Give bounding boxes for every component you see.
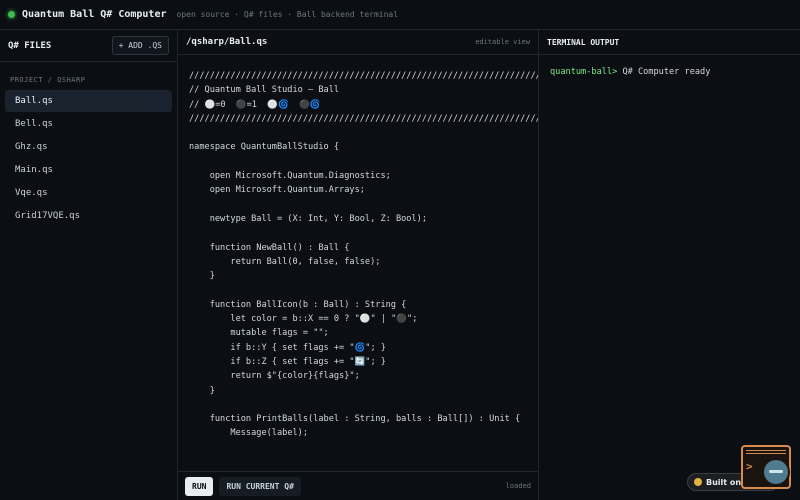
terminal-title: TERMINAL OUTPUT	[547, 37, 620, 47]
file-item-grid17vqe[interactable]: Grid17VQE.qs	[5, 205, 172, 227]
terminal-prompt: quantum-ball>	[550, 67, 618, 77]
sidebar-header: Q# FILES + ADD .QS	[0, 30, 177, 62]
app-subtitle: open source · Q# files · Ball backend te…	[176, 10, 399, 19]
run-current-button[interactable]: RUN CURRENT Q#	[219, 476, 301, 496]
terminal-output[interactable]: quantum-ball> Q# Computer ready	[539, 55, 800, 89]
file-item-bell[interactable]: Bell.qs	[5, 113, 172, 135]
terminal-chat-icon[interactable]: >	[741, 445, 791, 489]
code-textarea[interactable]: ////////////////////////////////////////…	[178, 55, 538, 471]
terminal-line: Q# Computer ready	[617, 67, 711, 77]
file-item-main[interactable]: Main.qs	[5, 159, 172, 181]
online-dot-icon	[8, 11, 15, 18]
terminal-panel: TERMINAL OUTPUT quantum-ball> Q# Compute…	[539, 30, 800, 500]
editor-mode-label: editable view	[475, 38, 530, 46]
load-status: loaded	[505, 482, 531, 490]
file-sidebar: Q# FILES + ADD .QS PROJECT / QSHARP Ball…	[0, 30, 178, 500]
add-qs-button[interactable]: + ADD .QS	[111, 36, 169, 55]
hatch-logo-icon	[694, 478, 702, 486]
project-label: PROJECT / QSHARP	[10, 76, 86, 84]
run-button[interactable]: RUN	[185, 476, 214, 496]
chat-bubble-icon	[762, 458, 790, 486]
title-bar: Quantum Ball Q# Computer open source · Q…	[0, 0, 800, 30]
window-bar-icon	[746, 450, 786, 454]
file-item-ghz[interactable]: Ghz.qs	[5, 136, 172, 158]
file-item-ball[interactable]: Ball.qs	[5, 90, 172, 112]
sidebar-title: Q# FILES	[8, 40, 52, 51]
app-title: Quantum Ball Q# Computer	[22, 9, 167, 20]
terminal-header: TERMINAL OUTPUT	[539, 30, 800, 55]
editor-footer: RUN RUN CURRENT Q# loaded	[178, 471, 538, 500]
editor-header: /qsharp/Ball.qs editable view	[178, 30, 538, 55]
code-editor-panel: /qsharp/Ball.qs editable view //////////…	[178, 30, 539, 500]
file-path: /qsharp/Ball.qs	[186, 37, 268, 47]
chevron-right-icon: >	[746, 460, 753, 473]
file-item-vqe[interactable]: Vqe.qs	[5, 182, 172, 204]
